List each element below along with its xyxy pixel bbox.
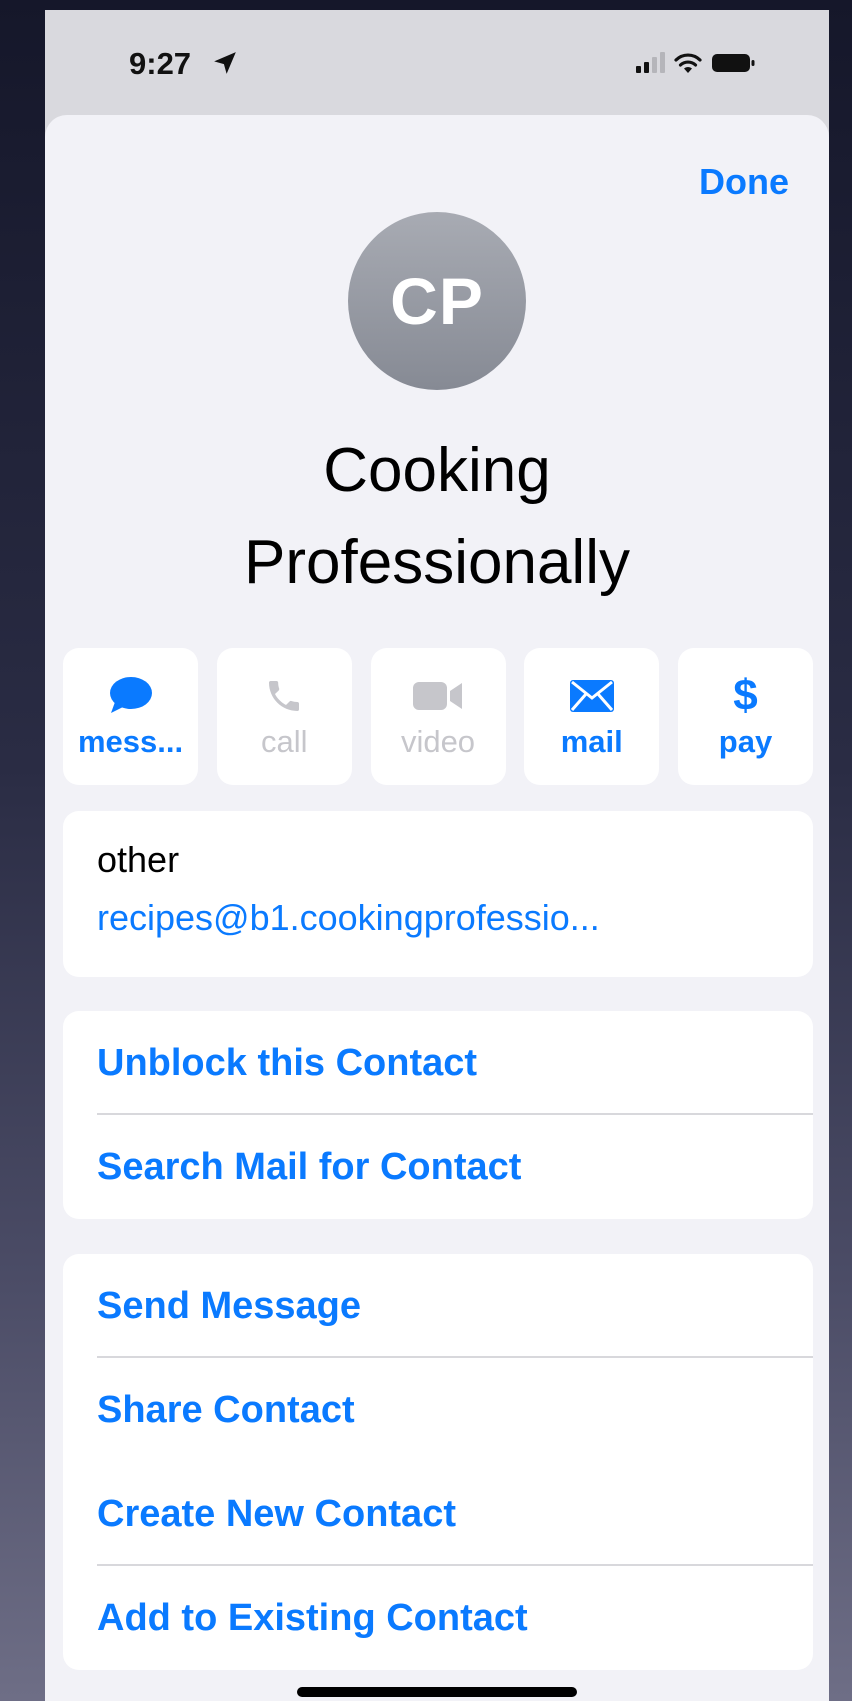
home-indicator[interactable] bbox=[297, 1687, 577, 1697]
call-label: call bbox=[260, 723, 308, 759]
contact-name-line-1: Cooking bbox=[323, 436, 551, 505]
contact-name: Cooking Professionally bbox=[45, 425, 829, 609]
unblock-contact-button[interactable]: Unblock this Contact bbox=[63, 1011, 813, 1115]
email-card: other recipes@b1.cookingprofessio... bbox=[63, 811, 813, 977]
dollar-icon: $ bbox=[733, 670, 758, 720]
done-button[interactable]: Done bbox=[699, 161, 789, 203]
wifi-icon bbox=[674, 53, 702, 73]
phone-screen: 9:27 Done CP Cooking Professionally mess… bbox=[45, 10, 829, 1701]
search-mail-button[interactable]: Search Mail for Contact bbox=[63, 1115, 813, 1219]
send-message-button[interactable]: Send Message bbox=[63, 1254, 813, 1358]
mail-button[interactable]: mail bbox=[524, 648, 660, 785]
location-arrow-icon bbox=[214, 52, 236, 74]
status-time: 9:27 bbox=[129, 46, 192, 81]
message-bubble-icon bbox=[107, 674, 155, 718]
mail-label: mail bbox=[560, 723, 623, 759]
video-camera-icon bbox=[412, 674, 464, 718]
add-to-existing-contact-button[interactable]: Add to Existing Contact bbox=[63, 1566, 813, 1670]
create-new-contact-button[interactable]: Create New Contact bbox=[63, 1462, 813, 1566]
video-label: video bbox=[400, 723, 476, 759]
cellular-signal-icon bbox=[636, 52, 665, 73]
status-bar: 9:27 bbox=[45, 10, 829, 115]
contact-options-group-1: Unblock this Contact Search Mail for Con… bbox=[63, 1011, 813, 1219]
email-type-label: other bbox=[97, 839, 180, 880]
email-address-link[interactable]: recipes@b1.cookingprofessio... bbox=[97, 897, 600, 939]
video-button[interactable]: video bbox=[370, 648, 506, 785]
share-contact-button[interactable]: Share Contact bbox=[63, 1358, 813, 1462]
pay-label: pay bbox=[718, 723, 773, 759]
message-button[interactable]: mess... bbox=[63, 648, 198, 785]
battery-icon bbox=[712, 54, 755, 72]
status-icons bbox=[635, 50, 755, 76]
contact-options-group-2: Send Message Share Contact Create New Co… bbox=[63, 1254, 813, 1670]
call-button[interactable]: call bbox=[216, 648, 352, 785]
pay-button[interactable]: $ pay bbox=[678, 648, 813, 785]
contact-sheet: Done CP Cooking Professionally mess... c… bbox=[45, 115, 829, 1701]
phone-icon bbox=[264, 674, 304, 718]
envelope-icon bbox=[569, 674, 615, 718]
avatar: CP bbox=[348, 212, 526, 390]
quick-actions: mess... call video mail $ pay bbox=[63, 648, 813, 785]
contact-name-line-2: Professionally bbox=[244, 528, 630, 597]
avatar-initials: CP bbox=[390, 264, 484, 338]
message-label: mess... bbox=[77, 723, 184, 759]
